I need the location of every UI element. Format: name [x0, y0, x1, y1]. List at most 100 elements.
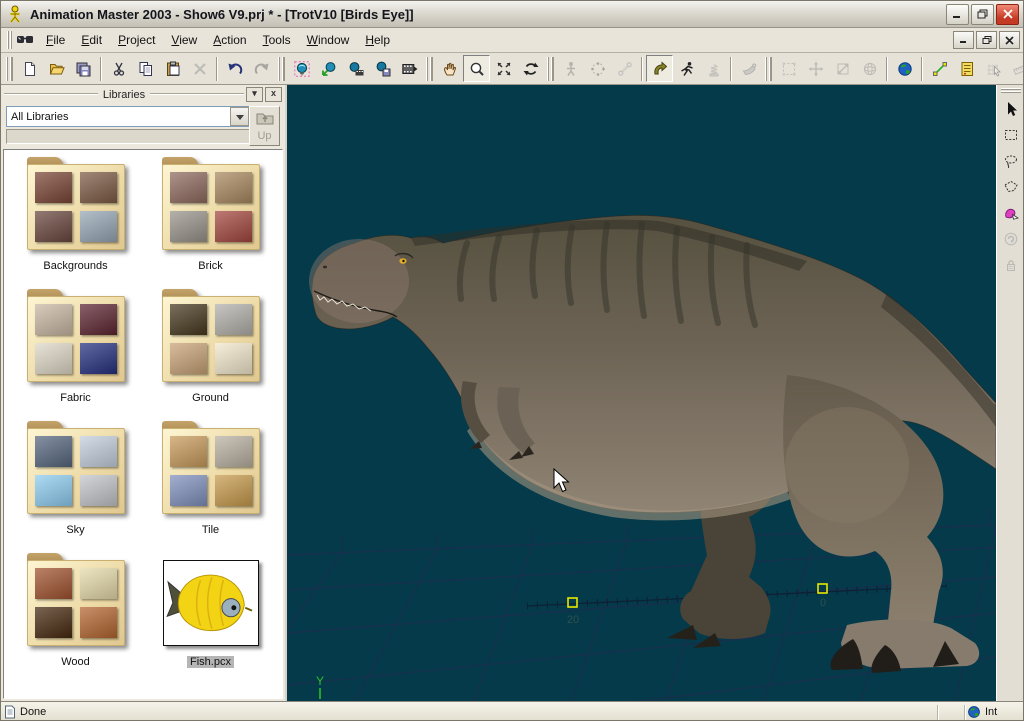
undo-arrow-button[interactable] — [221, 55, 248, 82]
toolbar-gripper[interactable] — [6, 57, 13, 81]
toolbar-separator — [730, 57, 732, 81]
folder-icon[interactable] — [162, 164, 260, 250]
save-all-button[interactable] — [70, 55, 97, 82]
panel-collapse-button[interactable]: ▾ — [246, 87, 263, 102]
menu-help[interactable]: Help — [357, 30, 398, 50]
folder-icon[interactable] — [162, 296, 260, 382]
menu-action[interactable]: Action — [205, 30, 254, 50]
library-item-ground[interactable]: Ground — [143, 292, 278, 410]
render-lock-button[interactable] — [315, 55, 342, 82]
library-item-label[interactable]: Fish.pcx — [187, 656, 234, 668]
restore-button[interactable] — [971, 4, 994, 25]
image-thumbnail-box[interactable] — [163, 560, 259, 646]
menu-file[interactable]: File — [38, 30, 73, 50]
library-item-label[interactable]: Brick — [195, 260, 225, 272]
library-item-label[interactable]: Tile — [199, 524, 222, 536]
render-preview-button[interactable] — [288, 55, 315, 82]
trex-head-tone — [309, 239, 409, 323]
filmstrip-play-icon — [402, 61, 418, 77]
keyframe-panel-button[interactable] — [953, 55, 980, 82]
library-item-tile[interactable]: Tile — [143, 424, 278, 542]
library-item-wood[interactable]: Wood — [8, 556, 143, 674]
library-item-fabric[interactable]: Fabric — [8, 292, 143, 410]
folder-icon[interactable] — [162, 428, 260, 514]
birds-eye-viewport[interactable]: 20 0 Y — [287, 85, 996, 701]
filmstrip-play-button[interactable] — [396, 55, 423, 82]
dynamics-spring-button — [700, 55, 727, 82]
texture-thumbnail — [35, 436, 72, 467]
library-filter-select[interactable]: All Libraries — [6, 106, 251, 127]
turn-view-button[interactable] — [517, 55, 544, 82]
marquee-rect-button[interactable] — [998, 122, 1024, 148]
action-run-button[interactable] — [673, 55, 700, 82]
folder-icon[interactable] — [27, 560, 125, 646]
chevron-down-icon[interactable] — [230, 107, 249, 126]
render-save-button[interactable] — [369, 55, 396, 82]
up-folder-button[interactable]: Up — [249, 106, 280, 146]
mdi-minimize-button[interactable] — [953, 31, 974, 49]
render-movie-button[interactable] — [342, 55, 369, 82]
lock-button — [998, 252, 1024, 278]
add-spline-button[interactable] — [926, 55, 953, 82]
glasses-icon[interactable] — [16, 32, 34, 48]
pan-hand-button[interactable] — [436, 55, 463, 82]
trex-thigh-highlight — [785, 407, 909, 523]
library-item-backgrounds[interactable]: Backgrounds — [8, 160, 143, 278]
close-button[interactable] — [996, 4, 1019, 25]
menu-project[interactable]: Project — [110, 30, 163, 50]
mdi-close-button[interactable] — [999, 31, 1020, 49]
menu-edit[interactable]: Edit — [73, 30, 110, 50]
select-arrow-icon — [1003, 101, 1019, 117]
select-arrow-button[interactable] — [998, 96, 1024, 122]
lasso-button[interactable] — [998, 148, 1024, 174]
menu-window[interactable]: Window — [299, 30, 358, 50]
library-item-label[interactable]: Backgrounds — [40, 260, 110, 272]
paste-button[interactable] — [159, 55, 186, 82]
zoom-region-button[interactable] — [490, 55, 517, 82]
muscle-mode-button[interactable] — [646, 55, 673, 82]
mdi-restore-button[interactable] — [976, 31, 997, 49]
grid-snap-button — [980, 55, 1007, 82]
library-item-label[interactable]: Sky — [63, 524, 87, 536]
minimize-button[interactable] — [946, 4, 969, 25]
toolbar-gripper[interactable] — [426, 57, 433, 81]
cut-scissors-button[interactable] — [105, 55, 132, 82]
toolbar-gripper[interactable] — [547, 57, 554, 81]
status-zone-pane: Int — [967, 705, 1023, 719]
paste-icon — [165, 61, 181, 77]
menu-tools[interactable]: Tools — [255, 30, 299, 50]
library-item-sky[interactable]: Sky — [8, 424, 143, 542]
new-document-button[interactable] — [16, 55, 43, 82]
redo-arrow-button — [248, 55, 275, 82]
status-text: Done — [20, 706, 46, 718]
copy-button[interactable] — [132, 55, 159, 82]
right-toolbar-gripper[interactable] — [1001, 88, 1021, 93]
menu-gripper[interactable] — [7, 31, 12, 49]
rotate-disc-button — [998, 226, 1024, 252]
folder-icon[interactable] — [27, 428, 125, 514]
zoom-region-icon — [496, 61, 512, 77]
open-folder-button[interactable] — [43, 55, 70, 82]
library-path-bar — [6, 129, 251, 144]
panel-close-button[interactable]: x — [265, 87, 282, 102]
library-item-brick[interactable]: Brick — [143, 160, 278, 278]
polygon-lasso-button[interactable] — [998, 174, 1024, 200]
folder-icon[interactable] — [27, 164, 125, 250]
earth-globe-button[interactable] — [891, 55, 918, 82]
library-item-fish-pcx[interactable]: Fish.pcx — [143, 556, 278, 674]
libraries-panel-header[interactable]: Libraries ▾ x — [4, 87, 282, 102]
delete-x-button — [186, 55, 213, 82]
horn-sound-button — [735, 55, 762, 82]
menu-view[interactable]: View — [163, 30, 205, 50]
toolbar-gripper[interactable] — [765, 57, 772, 81]
library-item-label[interactable]: Wood — [58, 656, 93, 668]
zoom-magnifier-button[interactable] — [463, 55, 490, 82]
brush-wand-button[interactable] — [998, 200, 1024, 226]
texture-thumbnail — [170, 304, 207, 335]
folder-icon[interactable] — [27, 296, 125, 382]
library-item-label[interactable]: Ground — [189, 392, 232, 404]
trex-near-foot — [841, 619, 979, 669]
viewport-canvas: 20 0 Y — [287, 85, 996, 701]
library-item-label[interactable]: Fabric — [57, 392, 94, 404]
toolbar-gripper[interactable] — [278, 57, 285, 81]
